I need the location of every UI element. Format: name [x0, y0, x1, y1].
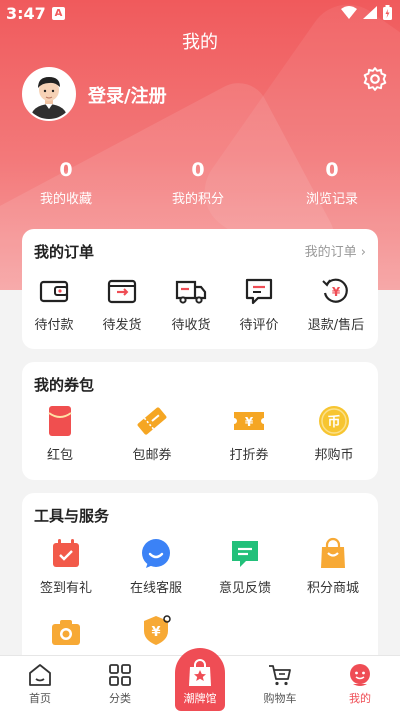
gear-icon[interactable] [362, 66, 388, 92]
red-packet-icon [48, 406, 72, 436]
tool-feedback[interactable]: 意见反馈 [205, 537, 285, 596]
tab-mine[interactable]: 我的 [320, 662, 400, 706]
stat-favorites[interactable]: 0 我的收藏 [6, 158, 126, 207]
tool-yuan-badge[interactable]: ¥ [116, 613, 196, 647]
coupons-title: 我的券包 [34, 376, 95, 394]
chat-icon [142, 539, 170, 568]
tab-trend-hall[interactable]: 潮牌馆 [175, 648, 225, 711]
status-icons [341, 5, 392, 20]
order-label: 退款/售后 [307, 318, 365, 333]
chevron-right-icon: › [360, 245, 366, 260]
order-label: 待发货 [102, 318, 142, 333]
coupon-label: 打折券 [229, 448, 269, 463]
svg-text:¥: ¥ [151, 625, 160, 640]
home-icon [29, 664, 51, 686]
shopping-bag-icon [321, 537, 345, 568]
tool-label: 意见反馈 [218, 581, 271, 596]
stat-value: 0 [59, 159, 73, 181]
orders-card: 我的订单 我的订单 › 待付款 待发货 待收货 待评价 ¥ 退款/售后 [22, 229, 378, 349]
tool-label: 在线客服 [129, 581, 182, 596]
yuan-badge-icon: ¥ [144, 615, 171, 645]
profile-icon [350, 664, 370, 686]
tool-customer-service[interactable]: 在线客服 [116, 537, 196, 596]
orders-title: 我的订单 [34, 243, 95, 261]
calendar-icon [53, 539, 79, 567]
tab-cart[interactable]: 购物车 [240, 662, 320, 706]
coupon-free-shipping[interactable]: 包邮券 [112, 404, 192, 463]
comment-icon [245, 278, 273, 305]
coin-glyph: 币 [327, 415, 340, 430]
tool-points-mall[interactable]: 积分商城 [293, 537, 373, 596]
tool-label: 积分商城 [306, 581, 359, 596]
tools-title: 工具与服务 [34, 507, 110, 525]
discount-coupon-icon: ¥ [234, 412, 264, 430]
coupon-label: 红包 [46, 448, 73, 463]
battery-icon [383, 5, 392, 20]
tab-home[interactable]: 首页 [0, 662, 80, 706]
order-pending-shipment[interactable]: 待发货 [82, 274, 162, 333]
coupon-red-packet[interactable]: 红包 [20, 404, 100, 463]
wallet-icon [39, 280, 69, 303]
coupon-coins[interactable]: 币 邦购币 [294, 404, 374, 463]
stat-label: 浏览记录 [305, 192, 358, 207]
stat-label: 我的积分 [171, 192, 224, 207]
star-bag-icon [189, 659, 211, 686]
refund-icon: ¥ [322, 278, 348, 303]
shipping-coupon-icon [137, 407, 167, 435]
tab-label: 分类 [109, 692, 131, 705]
orders-more-label: 我的订单 [304, 245, 357, 260]
order-label: 待评价 [239, 318, 279, 333]
tools-card: 工具与服务 签到有礼 在线客服 意见反馈 积分商城 ¥ [22, 493, 378, 673]
coin-icon: 币 [319, 406, 349, 436]
coupon-label: 邦购币 [314, 448, 354, 463]
signal-icon [363, 6, 377, 19]
tab-label: 购物车 [263, 692, 297, 705]
stat-value: 0 [325, 159, 339, 181]
box-icon [107, 279, 137, 304]
orders-more-link[interactable]: 我的订单 › [305, 241, 366, 260]
stat-points[interactable]: 0 我的积分 [138, 158, 258, 207]
status-time: 3:47 [6, 4, 46, 23]
grid-icon [109, 664, 131, 686]
tool-label: 签到有礼 [39, 581, 92, 596]
stat-history[interactable]: 0 浏览记录 [272, 158, 392, 207]
cart-icon [269, 665, 291, 686]
truck-icon [175, 280, 207, 304]
status-bar: 3:47 A [0, 0, 400, 26]
tool-camera[interactable] [26, 615, 106, 649]
login-register-link[interactable]: 登录/注册 [88, 82, 167, 108]
tab-label: 潮牌馆 [183, 692, 217, 705]
svg-text:¥: ¥ [245, 415, 254, 429]
tab-label: 首页 [29, 692, 51, 705]
camera-icon [52, 620, 80, 645]
tool-checkin[interactable]: 签到有礼 [26, 537, 106, 596]
feedback-icon [232, 541, 258, 567]
tab-label: 我的 [349, 692, 371, 705]
order-refund[interactable]: ¥ 退款/售后 [296, 274, 376, 333]
stat-label: 我的收藏 [39, 192, 92, 207]
coupons-card: 我的券包 红包 包邮券 ¥ 打折券 币 邦购币 [22, 362, 378, 480]
wifi-icon [341, 6, 357, 19]
notification-badge: A [52, 7, 65, 20]
coupon-discount[interactable]: ¥ 打折券 [209, 404, 289, 463]
avatar[interactable] [22, 67, 76, 121]
tab-category[interactable]: 分类 [80, 662, 160, 706]
order-pending-review[interactable]: 待评价 [219, 274, 299, 333]
page-title: 我的 [182, 32, 218, 53]
coupon-label: 包邮券 [132, 448, 172, 463]
svg-text:¥: ¥ [332, 285, 341, 299]
stat-value: 0 [191, 159, 205, 181]
